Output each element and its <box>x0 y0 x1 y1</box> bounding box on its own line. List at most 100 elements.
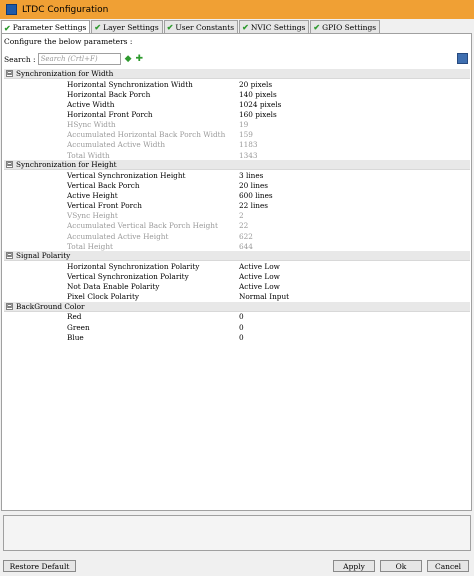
param-name: Accumulated Active Width <box>67 140 166 150</box>
param-row-readonly: Accumulated Active Height 622 <box>4 231 470 241</box>
collapse-icon[interactable]: ⊟ <box>6 70 13 77</box>
search-row: Search : ◆ ✚ <box>4 52 470 66</box>
param-row-readonly: Total Width 1343 <box>4 150 470 160</box>
collapse-icon[interactable]: ⊟ <box>6 302 13 310</box>
param-row[interactable]: Active Width 1024 pixels <box>4 99 470 109</box>
check-icon: ✔ <box>313 22 321 32</box>
param-row[interactable]: Blue 0 <box>4 332 470 342</box>
param-name: Blue <box>67 332 84 342</box>
param-value[interactable]: 0 <box>239 323 244 332</box>
param-row[interactable]: Red 0 <box>4 312 470 322</box>
param-name: Active Height <box>67 190 118 200</box>
param-value: 159 <box>239 130 253 140</box>
param-row[interactable]: Pixel Clock Polarity Normal Input <box>4 292 470 302</box>
check-icon: ✔ <box>4 22 11 33</box>
tab-layer-settings[interactable]: ✔ Layer Settings <box>91 20 163 33</box>
group-header-polarity[interactable]: ⊟ Signal Polarity <box>4 251 470 262</box>
param-name: Accumulated Active Height <box>67 231 169 241</box>
param-name: VSync Height <box>67 211 118 221</box>
param-value[interactable]: 160 pixels <box>239 110 277 119</box>
param-name: Vertical Front Porch <box>67 201 142 211</box>
param-value: 644 <box>239 241 253 251</box>
param-value: 22 <box>239 221 249 231</box>
param-name: Green <box>67 322 90 332</box>
param-value[interactable]: 3 lines <box>239 171 263 180</box>
apply-button[interactable]: Apply <box>333 560 375 572</box>
param-value[interactable]: 20 lines <box>239 181 268 190</box>
param-name: Vertical Synchronization Height <box>67 170 186 180</box>
restore-default-button[interactable]: Restore Default <box>3 560 76 572</box>
param-row[interactable]: Vertical Synchronization Polarity Active … <box>4 271 470 281</box>
param-row[interactable]: Horizontal Synchronization Polarity Activ… <box>4 261 470 271</box>
group-header-height[interactable]: ⊟ Synchronization for Height <box>4 160 470 171</box>
collapse-icon[interactable]: ⊟ <box>6 161 13 169</box>
panel-subtitle: Configure the below parameters : <box>4 37 133 46</box>
tab-nvic-settings[interactable]: ✔ NVIC Settings <box>239 20 310 33</box>
param-value[interactable]: 0 <box>239 333 244 342</box>
group-header-background[interactable]: ⊟ BackGround Color <box>4 301 470 312</box>
param-row[interactable]: Vertical Back Porch 20 lines <box>4 180 470 190</box>
search-input[interactable] <box>37 53 121 65</box>
param-value[interactable]: 20 pixels <box>239 80 272 89</box>
param-name: Pixel Clock Polarity <box>67 292 140 302</box>
description-area <box>3 515 471 551</box>
view-mode-icon[interactable] <box>457 53 468 64</box>
param-row[interactable]: Active Height 600 lines <box>4 190 470 200</box>
tab-user-constants[interactable]: ✔ User Constants <box>163 20 239 33</box>
search-next-icon[interactable]: ◆ <box>125 54 132 64</box>
param-name: Horizontal Front Porch <box>67 109 153 119</box>
param-name: Total Width <box>67 150 110 160</box>
param-name: Red <box>67 312 82 322</box>
param-name: Accumulated Vertical Back Porch Height <box>67 221 218 231</box>
param-value[interactable]: 140 pixels <box>239 90 277 99</box>
window-title: LTDC Configuration <box>22 4 109 15</box>
param-value: 1183 <box>239 140 258 150</box>
param-name: Not Data Enable Polarity <box>67 282 160 292</box>
param-row-readonly: Accumulated Vertical Back Porch Height 22 <box>4 221 470 231</box>
ok-button[interactable]: Ok <box>380 560 422 572</box>
param-value[interactable]: Active Low <box>239 272 280 281</box>
search-options-icon[interactable]: ✚ <box>136 54 144 64</box>
app-icon <box>6 4 17 15</box>
param-name: Vertical Synchronization Polarity <box>67 271 189 281</box>
param-row[interactable]: Vertical Front Porch 22 lines <box>4 201 470 211</box>
param-row-readonly: Accumulated Horizontal Back Porch Width 1… <box>4 130 470 140</box>
param-name: Total Height <box>67 241 113 251</box>
param-value[interactable]: 0 <box>239 312 244 321</box>
param-name: Accumulated Horizontal Back Porch Width <box>67 130 226 140</box>
param-value: 2 <box>239 211 244 221</box>
param-row[interactable]: Green 0 <box>4 322 470 332</box>
param-value[interactable]: Active Low <box>239 262 280 271</box>
group-header-width[interactable]: ⊟ Synchronization for Width <box>4 69 470 79</box>
param-name: Vertical Back Porch <box>67 180 140 190</box>
param-value: 1343 <box>239 150 258 160</box>
param-value[interactable]: Active Low <box>239 282 280 291</box>
tab-gpio-settings[interactable]: ✔ GPIO Settings <box>310 20 381 33</box>
param-row-readonly: VSync Height 2 <box>4 211 470 221</box>
parameter-panel: Configure the below parameters : Search … <box>1 33 472 511</box>
check-icon: ✔ <box>94 22 102 32</box>
param-row[interactable]: Horizontal Front Porch 160 pixels <box>4 109 470 119</box>
param-row[interactable]: Horizontal Back Porch 140 pixels <box>4 89 470 99</box>
param-value: 19 <box>239 120 249 130</box>
param-row[interactable]: Not Data Enable Polarity Active Low <box>4 282 470 292</box>
tab-parameter-settings[interactable]: ✔ Parameter Settings <box>1 20 91 34</box>
param-row-readonly: HSync Width 19 <box>4 120 470 130</box>
param-value[interactable]: 22 lines <box>239 201 268 210</box>
param-value[interactable]: Normal Input <box>239 292 289 301</box>
param-row[interactable]: Vertical Synchronization Height 3 lines <box>4 170 470 180</box>
param-value: 622 <box>239 231 253 241</box>
param-row-readonly: Total Height 644 <box>4 241 470 251</box>
collapse-icon[interactable]: ⊟ <box>6 252 13 260</box>
param-row[interactable]: Horizontal Synchronization Width 20 pixel… <box>4 79 470 89</box>
check-icon: ✔ <box>242 22 249 32</box>
title-bar: LTDC Configuration <box>0 0 474 19</box>
param-value[interactable]: 600 lines <box>239 191 273 200</box>
cancel-button[interactable]: Cancel <box>427 560 469 572</box>
param-name: Horizontal Back Porch <box>67 89 151 99</box>
search-label: Search : <box>4 54 36 64</box>
param-row-readonly: Accumulated Active Width 1183 <box>4 140 470 150</box>
param-value[interactable]: 1024 pixels <box>239 100 281 109</box>
tab-bar: ✔ Parameter Settings ✔ Layer Settings ✔ Use… <box>1 20 381 34</box>
param-name: Horizontal Synchronization Polarity <box>67 261 200 271</box>
